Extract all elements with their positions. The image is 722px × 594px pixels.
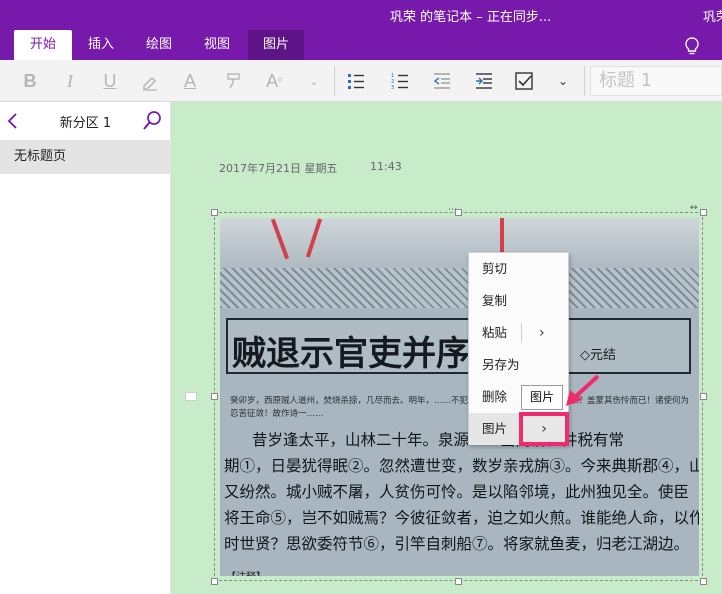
resize-handle[interactable] xyxy=(455,578,462,585)
underline-icon[interactable]: U xyxy=(96,68,124,94)
svg-text:3: 3 xyxy=(391,85,394,91)
toolbar-divider xyxy=(584,66,585,96)
italic-icon[interactable]: I xyxy=(56,68,84,94)
bold-icon[interactable]: B xyxy=(16,68,44,94)
poem-line: 又纷然。城小贼不屠，人贫伤可怜。是以陷邻境，此州独见全。使臣 xyxy=(224,483,690,501)
poem-title: 贼退示官吏并序 xyxy=(232,334,470,374)
ribbon-tabs: 开始 插入 绘图 视图 图片 xyxy=(0,30,722,60)
clear-format-icon[interactable]: Aᵒ xyxy=(260,68,288,94)
chevron-right-icon[interactable]: › xyxy=(539,317,545,349)
tab-picture[interactable]: 图片 xyxy=(248,30,304,60)
embedded-picture[interactable]: 贼退示官吏并序 ◇元结 癸卯岁，西原贼人道州，焚烧杀掠，几尽而去。明年，……不犯… xyxy=(220,218,699,576)
menu-item-paste-label: 粘贴 xyxy=(482,325,508,340)
photo-top xyxy=(220,218,699,268)
tab-draw[interactable]: 绘图 xyxy=(136,30,182,60)
toolbar-divider xyxy=(334,66,335,96)
submenu-expand-button[interactable]: › xyxy=(519,412,569,446)
resize-handle[interactable] xyxy=(211,393,218,400)
numbered-list-icon[interactable]: 123 xyxy=(386,68,414,94)
poem-line: 将王命⑤，岂不如贼焉？今彼征敛者，迫之如火煎。谁能绝人命，以作 xyxy=(224,509,699,527)
resize-handle[interactable] xyxy=(700,578,707,585)
page-date: 2017年7月21日 星期五 xyxy=(219,162,338,175)
move-handle-icon[interactable]: ⋯ xyxy=(448,205,457,215)
menu-item-save-as[interactable]: 另存为 xyxy=(469,349,568,381)
bullet-list-icon[interactable] xyxy=(342,68,370,94)
menu-item-cut[interactable]: 剪切 xyxy=(469,253,568,285)
menu-divider xyxy=(521,323,522,343)
menu-item-copy[interactable]: 复制 xyxy=(469,285,568,317)
dropdown-icon[interactable]: ⌄ xyxy=(300,68,328,94)
resize-handle[interactable] xyxy=(211,578,218,585)
title-bar: 巩荣 的笔记本 – 正在同步... 巩荣 xyxy=(0,0,722,30)
more-icon[interactable]: ⌄ xyxy=(549,68,577,94)
tab-view[interactable]: 视图 xyxy=(194,30,240,60)
resize-handle[interactable] xyxy=(211,209,218,216)
sidebar-item-page[interactable]: 无标题页 xyxy=(0,140,171,174)
menu-item-paste[interactable]: 粘贴 › xyxy=(469,317,568,349)
format-painter-icon[interactable] xyxy=(220,68,248,94)
user-name[interactable]: 巩荣 xyxy=(703,6,722,25)
checkbox-icon[interactable] xyxy=(510,68,538,94)
poem-preface: 癸卯岁，西原贼人道州，焚烧杀掠，几尽而去。明年，……不犯此州边鄙而退。岂力能制敌… xyxy=(230,396,690,419)
poem-line: 期①，日晏犹得眠②。忽然遭世变，数岁亲戎旃③。今来典斯郡④，山夷 xyxy=(224,457,699,475)
highlight-icon[interactable] xyxy=(136,68,164,94)
indent-icon[interactable] xyxy=(470,68,498,94)
tab-home[interactable]: 开始 xyxy=(14,30,72,60)
section-header: 新分区 1 xyxy=(0,102,171,140)
chevron-right-icon: › xyxy=(541,421,547,437)
paragraph-handle[interactable] xyxy=(185,392,197,401)
outdent-icon[interactable] xyxy=(428,68,456,94)
poem-line: 时世贤？思欲委符节⑥，引竿自刺船⑦。将家就鱼麦，归老江湖边。 xyxy=(224,535,690,553)
submenu-tooltip: 图片 xyxy=(521,385,563,410)
red-mark xyxy=(500,218,504,256)
poem-note: 【注释】 xyxy=(226,568,266,576)
search-icon[interactable] xyxy=(142,110,162,132)
resize-handle[interactable] xyxy=(700,393,707,400)
annotation-arrow-icon xyxy=(566,374,600,406)
lightbulb-icon[interactable] xyxy=(682,36,702,56)
window-title: 巩荣 的笔记本 – 正在同步... xyxy=(390,10,552,25)
font-color-icon[interactable]: A xyxy=(176,68,204,94)
style-selector[interactable]: 标题 1 xyxy=(590,66,722,96)
width-handle-icon[interactable]: ↔ xyxy=(690,203,698,213)
formatting-toolbar: B I U A Aᵒ ⌄ 123 ⌄ 标题 1 xyxy=(0,60,722,102)
page-time: 11:43 xyxy=(370,160,402,173)
page-sidebar: 新分区 1 无标题页 xyxy=(0,102,171,594)
resize-handle[interactable] xyxy=(700,209,707,216)
poem-author: ◇元结 xyxy=(580,348,616,363)
photo-border-pattern xyxy=(220,268,699,308)
tab-insert[interactable]: 插入 xyxy=(78,30,124,60)
